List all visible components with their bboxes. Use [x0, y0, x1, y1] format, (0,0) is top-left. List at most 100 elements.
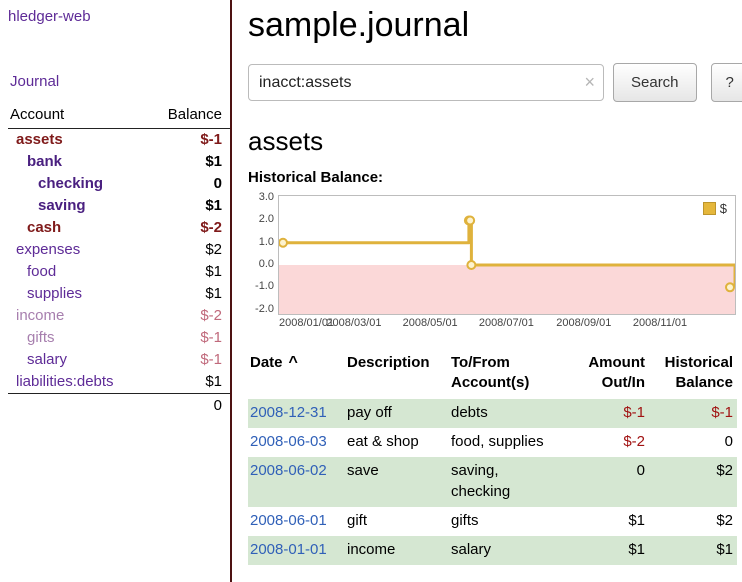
search-button[interactable]: Search: [613, 63, 697, 102]
account-link[interactable]: expenses: [8, 239, 80, 261]
chart-legend: $: [703, 201, 727, 216]
register-row: 2008-01-01incomesalary$1$1: [248, 536, 737, 565]
account-row: salary$-1: [8, 349, 230, 371]
x-tick-label: 2008/05/01: [403, 317, 458, 329]
accounts-list: assets$-1bank$1checking0saving$1cash$-2e…: [8, 129, 230, 393]
app-title-link[interactable]: hledger-web: [8, 8, 230, 25]
account-link[interactable]: assets: [8, 129, 63, 151]
chart-svg: [279, 196, 735, 314]
search-field-wrap: ×: [248, 64, 604, 101]
search-input[interactable]: [248, 64, 604, 101]
search-bar: × Search ?: [248, 63, 742, 102]
register-description: eat & shop: [345, 428, 449, 457]
accounts-total-row: 0: [8, 393, 230, 414]
total-balance: 0: [214, 397, 222, 414]
help-button[interactable]: ?: [711, 63, 742, 102]
account-row: supplies $1: [8, 283, 230, 305]
account-balance: $1: [205, 371, 222, 393]
account-link[interactable]: saving: [8, 195, 86, 217]
register-balance: 0: [649, 428, 737, 457]
account-row: income $-2: [8, 305, 230, 327]
account-link[interactable]: salary: [8, 349, 67, 371]
y-tick-label: -2.0: [255, 303, 274, 315]
sort-ascending-icon: ^: [289, 354, 298, 371]
register-amount: $-2: [571, 428, 649, 457]
historical-balance-chart: 3.02.01.00.0-1.0-2.0 $ 2008/01/012008/03…: [248, 195, 742, 337]
chart-title: Historical Balance:: [248, 169, 742, 186]
account-link[interactable]: income: [8, 305, 64, 327]
register-balance: $2: [649, 457, 737, 507]
register-date-link[interactable]: 2008-06-01: [250, 512, 327, 529]
account-heading: assets: [248, 126, 742, 157]
register-description: pay off: [345, 399, 449, 428]
register-row: 2008-06-03 eat & shopfood, supplies$-20: [248, 428, 737, 457]
account-row: liabilities:debts $1: [8, 371, 230, 393]
negative-region: [279, 265, 735, 314]
account-link[interactable]: supplies: [8, 283, 82, 305]
legend-label: $: [720, 201, 727, 216]
register-date-link[interactable]: 2008-12-31: [250, 404, 327, 421]
account-balance: $-1: [200, 129, 222, 151]
account-link[interactable]: liabilities:debts: [8, 371, 114, 393]
register-header-row: Date^ Description To/From Account(s) Amo…: [248, 351, 737, 399]
account-row: bank$1: [8, 151, 230, 173]
register-amount: $1: [571, 507, 649, 536]
clear-search-icon[interactable]: ×: [584, 72, 595, 92]
register-date-link[interactable]: 2008-06-02: [250, 462, 327, 479]
register-amount: $1: [571, 536, 649, 565]
legend-swatch-icon: [703, 202, 716, 215]
account-row: cash $-2: [8, 217, 230, 239]
x-tick-label: 2008/11/01: [633, 317, 687, 329]
register-account: gifts: [449, 507, 571, 536]
main-content: sample.journal × Search ? assets Histori…: [232, 0, 742, 582]
data-point-marker: [726, 283, 734, 291]
account-balance: $2: [205, 239, 222, 261]
register-row: 2008-06-02 savesaving, checking0$2: [248, 457, 737, 507]
register-row: 2008-06-01giftgifts$1$2: [248, 507, 737, 536]
account-row: checking0: [8, 173, 230, 195]
account-balance: $1: [205, 283, 222, 305]
data-point-marker: [279, 239, 287, 247]
account-balance: $1: [205, 195, 222, 217]
y-tick-label: 3.0: [259, 191, 274, 203]
account-row: assets $-1: [8, 129, 230, 151]
accounts-table-header: Account Balance: [8, 102, 230, 129]
register-amount: 0: [571, 457, 649, 507]
account-link[interactable]: checking: [8, 173, 103, 195]
register-account: food, supplies: [449, 428, 571, 457]
date-column-header[interactable]: Date ^: [248, 351, 345, 399]
chart-y-axis: 3.02.01.00.0-1.0-2.0: [248, 195, 274, 313]
accounts-table: Account Balance assets$-1bank$1checking0…: [8, 102, 230, 414]
account-link[interactable]: gifts: [8, 327, 55, 349]
register-row: 2008-12-31pay offdebts$-1$-1: [248, 399, 737, 428]
account-link[interactable]: food: [8, 261, 56, 283]
register-date-link[interactable]: 2008-06-03: [250, 433, 327, 450]
journal-link[interactable]: Journal: [10, 73, 230, 90]
register-balance: $1: [649, 536, 737, 565]
description-column-header: Description: [345, 351, 449, 399]
balance-column-header-register: Historical Balance: [649, 351, 737, 399]
register-body: 2008-12-31pay offdebts$-1$-12008-06-03ea…: [248, 399, 737, 565]
account-link[interactable]: bank: [8, 151, 62, 173]
account-balance: $-2: [200, 305, 222, 327]
data-point-marker: [466, 216, 474, 224]
date-header-label: Date: [250, 354, 283, 371]
register-balance: $2: [649, 507, 737, 536]
y-tick-label: 2.0: [259, 213, 274, 225]
account-balance: $-2: [200, 217, 222, 239]
account-row: expenses $2: [8, 239, 230, 261]
account-link[interactable]: cash: [8, 217, 61, 239]
register-date-link[interactable]: 2008-01-01: [250, 541, 327, 558]
chart-plot-area: $: [278, 195, 736, 315]
account-balance: $1: [205, 261, 222, 283]
register-balance: $-1: [649, 399, 737, 428]
register-account: debts: [449, 399, 571, 428]
register-account: saving, checking: [449, 457, 571, 507]
account-row: food $1: [8, 261, 230, 283]
data-point-marker: [467, 261, 475, 269]
register-table: Date^ Description To/From Account(s) Amo…: [248, 351, 737, 565]
chart-x-axis: 2008/01/012008/03/012008/05/012008/07/01…: [279, 317, 735, 332]
register-description: save: [345, 457, 449, 507]
balance-column-header: Balance: [168, 106, 222, 123]
register-account: salary: [449, 536, 571, 565]
